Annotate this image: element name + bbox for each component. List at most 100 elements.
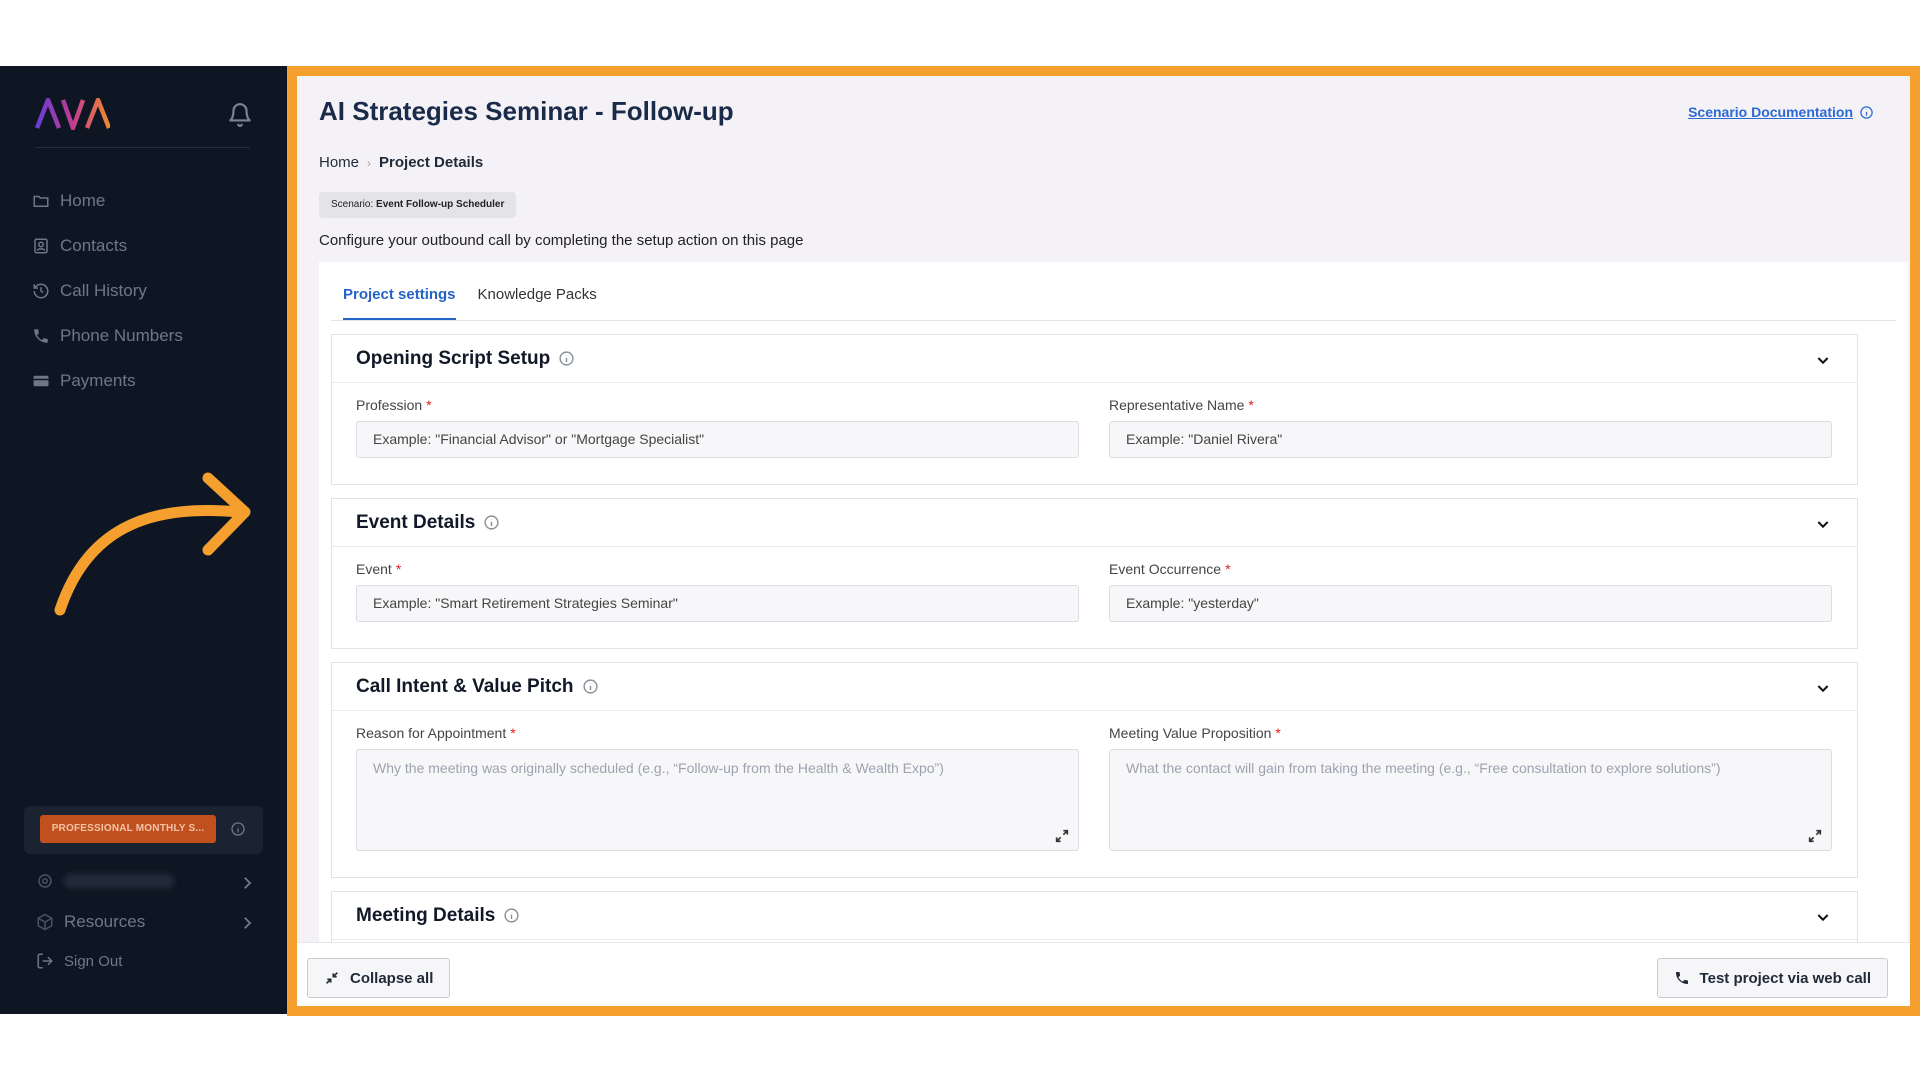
breadcrumb-home[interactable]: Home (319, 154, 359, 171)
scenario-documentation-link[interactable]: Scenario Documentation (1688, 104, 1874, 120)
representative-name-field: Representative Name * Example: "Daniel Ri… (1109, 397, 1832, 458)
section-title: Event Details (356, 511, 476, 533)
annotation-arrow-icon (54, 472, 251, 616)
sidebar-nav: Home Contacts Call History Phone Numbers… (32, 178, 272, 403)
reason-placeholder: Why the meeting was originally scheduled… (373, 760, 944, 776)
account-settings-item[interactable] (36, 872, 266, 890)
sidebar-item-phone-numbers[interactable]: Phone Numbers (32, 313, 272, 358)
sidebar-item-home[interactable]: Home (32, 178, 272, 223)
section-title: Meeting Details (356, 904, 496, 926)
redacted-account-name (64, 874, 174, 888)
breadcrumb-current: Project Details (379, 154, 484, 171)
sidebar-item-label: Payments (60, 370, 136, 390)
field-label: Reason for Appointment * (356, 725, 516, 741)
event-occurrence-input[interactable]: Example: "yesterday" (1109, 585, 1832, 622)
settings-panel: Project settings Knowledge Packs Opening… (319, 262, 1908, 1006)
info-icon[interactable] (483, 514, 500, 531)
section-event-details: Event Details Event * Example: "Smart Ret… (331, 498, 1858, 649)
chevron-down-icon[interactable] (1815, 352, 1831, 368)
field-label: Event * (356, 561, 402, 577)
chevron-down-icon[interactable] (1815, 516, 1831, 532)
sidebar-item-label: Home (60, 190, 106, 210)
scenario-prefix: Scenario: (331, 199, 374, 210)
sidebar-item-call-history[interactable]: Call History (32, 268, 272, 313)
value-placeholder: What the contact will gain from taking t… (1126, 760, 1721, 776)
event-occurrence-field: Event Occurrence * Example: "yesterday" (1109, 561, 1832, 622)
test-web-call-button[interactable]: Test project via web call (1656, 958, 1888, 998)
field-label: Meeting Value Proposition * (1109, 725, 1281, 741)
config-instructions: Configure your outbound call by completi… (319, 232, 804, 249)
gear-icon (38, 874, 52, 888)
tab-bar: Project settings Knowledge Packs (343, 272, 619, 320)
contacts-icon (34, 238, 48, 253)
info-icon[interactable] (558, 350, 575, 367)
tab-knowledge-packs[interactable]: Knowledge Packs (478, 272, 597, 320)
breadcrumb: Home › Project Details (319, 154, 483, 171)
doc-link-label: Scenario Documentation (1688, 104, 1853, 120)
bell-icon[interactable] (227, 102, 253, 128)
phone-icon (1675, 972, 1688, 984)
section-title: Opening Script Setup (356, 347, 551, 369)
button-label: Collapse all (350, 969, 434, 987)
section-call-intent: Call Intent & Value Pitch Reason for App… (331, 662, 1858, 878)
plan-badge[interactable]: PROFESSIONAL MONTHLY S... (40, 815, 216, 843)
profession-field: Profession * Example: "Financial Advisor"… (356, 397, 1079, 458)
sidebar-item-sign-out[interactable]: Sign Out (36, 952, 266, 970)
info-icon[interactable] (230, 821, 246, 837)
section-header[interactable]: Event Details (332, 499, 1857, 547)
section-header[interactable]: Call Intent & Value Pitch (332, 663, 1857, 711)
phone-icon (34, 328, 48, 343)
page-title: AI Strategies Seminar - Follow-up (319, 96, 734, 126)
field-label: Representative Name * (1109, 397, 1254, 413)
screen: Home Contacts Call History Phone Numbers… (0, 0, 1920, 1080)
event-field: Event * Example: "Smart Retirement Strate… (356, 561, 1079, 622)
info-icon[interactable] (503, 907, 520, 924)
event-input[interactable]: Example: "Smart Retirement Strategies Se… (356, 585, 1079, 622)
chevron-right-icon (244, 877, 252, 889)
breadcrumb-separator: › (367, 155, 372, 170)
section-header[interactable]: Meeting Details (332, 892, 1857, 940)
chevron-right-icon (244, 917, 252, 929)
sidebar-item-label: Phone Numbers (60, 325, 183, 345)
ava-logo[interactable] (35, 98, 110, 130)
plan-box: PROFESSIONAL MONTHLY S... (24, 806, 263, 854)
sidebar-item-payments[interactable]: Payments (32, 358, 272, 403)
profession-input[interactable]: Example: "Financial Advisor" or "Mortgag… (356, 421, 1079, 458)
section-opening-script: Opening Script Setup Profession * Example… (331, 334, 1858, 485)
chevron-down-icon[interactable] (1815, 909, 1831, 925)
sidebar-item-label: Sign Out (64, 952, 123, 970)
section-title: Call Intent & Value Pitch (356, 675, 574, 697)
value-proposition-textarea[interactable]: What the contact will gain from taking t… (1109, 749, 1832, 851)
card-icon (33, 375, 49, 386)
sidebar-item-label: Resources (64, 912, 146, 931)
chevron-down-icon[interactable] (1815, 680, 1831, 696)
collapse-all-button[interactable]: Collapse all (307, 958, 451, 998)
info-icon (1860, 105, 1873, 119)
button-label: Test project via web call (1699, 969, 1871, 987)
collapse-icon (326, 972, 338, 984)
sign-out-icon (37, 953, 53, 969)
folder-icon (33, 195, 49, 207)
main-frame: AI Strategies Seminar - Follow-up Scenar… (287, 66, 1920, 1016)
value-proposition-field: Meeting Value Proposition * What the cont… (1109, 725, 1832, 851)
representative-name-input[interactable]: Example: "Daniel Rivera" (1109, 421, 1832, 458)
section-header[interactable]: Opening Script Setup (332, 335, 1857, 383)
expand-icon[interactable] (1807, 828, 1823, 844)
sidebar-item-resources[interactable]: Resources (36, 912, 266, 932)
history-icon (33, 283, 49, 298)
sidebar-item-label: Call History (60, 280, 147, 300)
reason-textarea[interactable]: Why the meeting was originally scheduled… (356, 749, 1079, 851)
info-icon[interactable] (582, 678, 599, 695)
tabs-divider (331, 320, 1896, 321)
sidebar-item-contacts[interactable]: Contacts (32, 223, 272, 268)
sidebar-item-label: Contacts (60, 235, 128, 255)
tab-project-settings[interactable]: Project settings (343, 272, 456, 320)
expand-icon[interactable] (1054, 828, 1070, 844)
footer-bar: Collapse all Test project via web call (297, 942, 1910, 1006)
sidebar-divider (35, 147, 250, 148)
field-label: Profession * (356, 397, 432, 413)
field-label: Event Occurrence * (1109, 561, 1231, 577)
scenario-name: Event Follow-up Scheduler (376, 199, 505, 210)
box-icon (37, 913, 53, 931)
reason-field: Reason for Appointment * Why the meeting … (356, 725, 1079, 851)
